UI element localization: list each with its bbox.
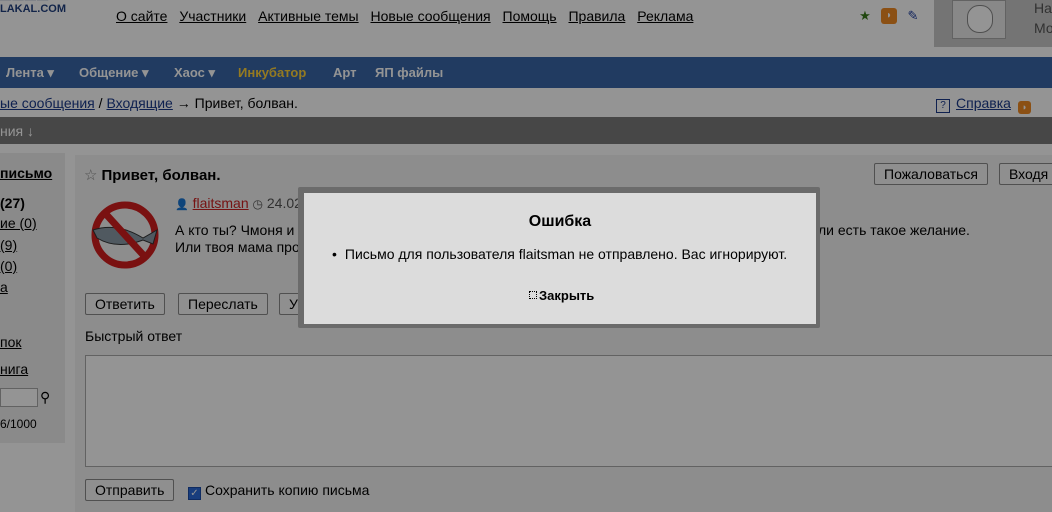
dialog-message-text: Письмо для пользователя flaitsman не отп… [344,246,788,262]
dialog-close-label[interactable]: Закрыть [539,288,594,303]
dialog-title: Ошибка [528,213,592,230]
dialog-message: • Письмо для пользователя flaitsman не от… [332,246,787,262]
bullet-icon: • [332,246,337,262]
error-dialog: Ошибка • Письмо для пользователя flaitsma… [304,193,816,324]
dialog-close-button[interactable]: Закрыть [529,288,594,303]
close-icon [529,291,537,299]
